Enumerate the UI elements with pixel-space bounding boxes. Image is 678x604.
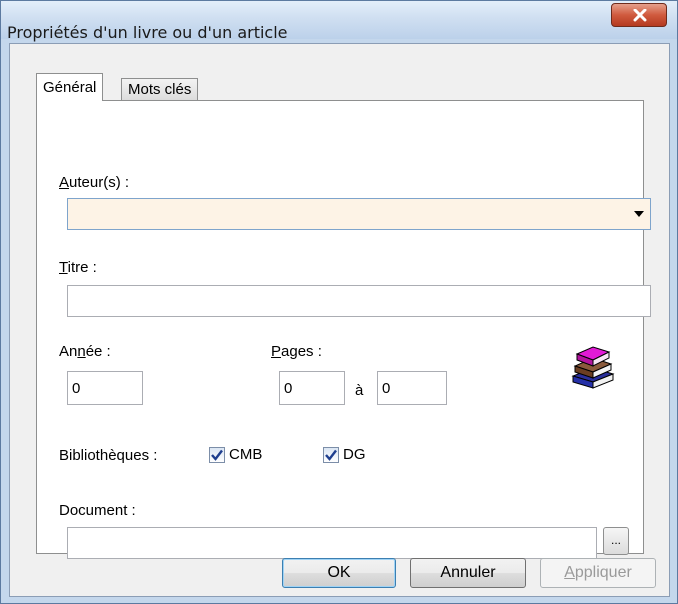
author-label-accesskey: A [59, 174, 70, 191]
books-icon [571, 346, 615, 389]
ok-button[interactable]: OK [282, 558, 396, 588]
library-dg-checkbox-row[interactable]: DG [323, 446, 366, 463]
close-button[interactable] [611, 3, 667, 27]
pages-from-input[interactable] [279, 371, 345, 405]
cancel-button[interactable]: Annuler [410, 558, 526, 588]
close-icon [633, 9, 647, 22]
year-label-post: ée : [85, 343, 111, 360]
cmb-checkbox-label: CMB [229, 446, 263, 463]
tab-general-label: Général [43, 79, 97, 96]
apply-button[interactable]: Appliquer [540, 558, 656, 588]
author-label-text: uteur(s) : [69, 174, 130, 191]
dg-checkbox-label: DG [343, 446, 366, 463]
pages-label-accesskey: P [271, 343, 282, 360]
pages-label-text: ages : [281, 343, 322, 360]
title-label-text: itre : [67, 259, 97, 276]
title-label-accesskey: T [59, 259, 68, 276]
year-label-pre: An [59, 343, 78, 360]
title-input[interactable] [67, 285, 651, 317]
document-input[interactable] [67, 527, 597, 559]
author-label: Auteur(s) : [59, 174, 129, 192]
checkmark-icon [325, 449, 337, 461]
tab-keywords-label: Mots clés [128, 81, 192, 98]
pages-to-input[interactable] [377, 371, 447, 405]
libraries-label: Bibliothèques : [59, 447, 158, 464]
author-combobox[interactable] [67, 198, 651, 230]
checkmark-icon [211, 449, 223, 461]
library-cmb-checkbox-row[interactable]: CMB [209, 446, 262, 463]
tab-keywords[interactable]: Mots clés [121, 78, 199, 100]
pages-label: Pages : [271, 343, 322, 361]
apply-button-label: ppliquer [574, 564, 632, 581]
document-label: Document : [59, 502, 136, 519]
title-label: Titre : [59, 259, 97, 277]
dialog-client-area: Général Mots clés Auteur(s) : Titre : An… [9, 43, 670, 597]
year-label: Année : [59, 343, 111, 361]
chevron-down-icon[interactable] [634, 211, 644, 217]
dg-checkbox[interactable] [323, 446, 339, 463]
year-input[interactable] [67, 371, 143, 405]
browse-button[interactable]: ... [603, 527, 629, 555]
apply-button-accesskey: A [564, 564, 575, 581]
pages-to-label: à [355, 382, 364, 399]
title-bar[interactable]: Propriétés d'un livre ou d'un article [1, 1, 677, 42]
general-tab-panel: Auteur(s) : Titre : Année : Pages : à [36, 100, 651, 559]
cmb-checkbox[interactable] [209, 446, 225, 463]
window-title: Propriétés d'un livre ou d'un article [7, 23, 288, 42]
year-label-accesskey: n [77, 343, 86, 360]
dialog-window: Propriétés d'un livre ou d'un article Gé… [0, 0, 678, 604]
tab-general[interactable]: Général [36, 73, 104, 101]
